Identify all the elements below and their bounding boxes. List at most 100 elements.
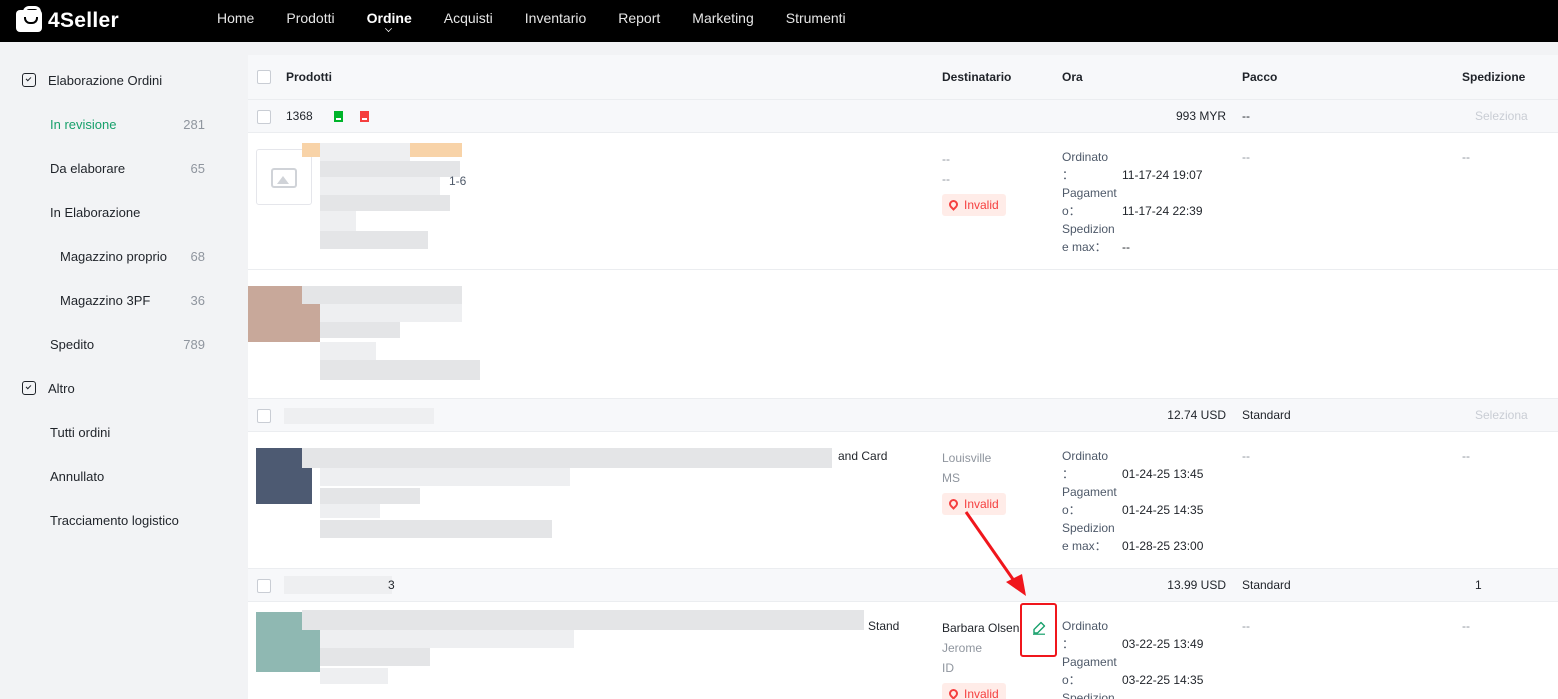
order-total: 13.99 USD — [1167, 578, 1226, 592]
sidebar-item-da-elaborare[interactable]: Da elaborare 65 — [0, 146, 228, 190]
ship-max-label: Spedizion — [1062, 691, 1115, 699]
blurred-content — [320, 360, 480, 380]
sidebar-item-label: Magazzino 3PF — [60, 292, 151, 308]
location-pin-icon — [947, 197, 960, 211]
nav-prodotti[interactable]: Prodotti — [270, 0, 350, 36]
sidebar-item-label: In revisione — [50, 116, 117, 132]
order-package: Standard — [1242, 408, 1291, 422]
invalid-address-badge[interactable]: Invalid — [942, 194, 1006, 216]
blurred-content — [320, 520, 552, 538]
select-shipping-link[interactable]: Seleziona — [1475, 109, 1528, 123]
nav-ordine[interactable]: Ordine — [351, 0, 428, 36]
package-cell: -- — [1242, 619, 1250, 633]
sidebar-item-in-revisione[interactable]: In revisione 281 — [0, 102, 228, 146]
shipping-cell: -- — [1462, 619, 1470, 633]
sidebar-item-tutti-ordini[interactable]: Tutti ordini — [0, 410, 228, 454]
paid-label-cont: o： — [1062, 673, 1081, 687]
paid-label-cont: o： — [1062, 204, 1081, 218]
ordered-time: 01-24-25 13:45 — [1122, 467, 1204, 481]
time-info: Ordinato ： 01-24-25 13:45 Pagament o： 01-2… — [1062, 447, 1203, 555]
edit-recipient-icon[interactable] — [1032, 621, 1046, 635]
blurred-content — [320, 648, 430, 666]
sidebar-item-label: Magazzino proprio — [60, 248, 167, 264]
order-header: 12.74 USD Standard Seleziona — [248, 399, 1558, 432]
table-header: Prodotti Destinatario Ora Pacco Spedizio… — [248, 55, 1558, 100]
sidebar-item-magazzino-proprio[interactable]: Magazzino proprio 68 — [0, 234, 228, 278]
nav-acquisti[interactable]: Acquisti — [428, 0, 509, 36]
nav-home[interactable]: Home — [201, 0, 270, 36]
blurred-content — [320, 143, 410, 161]
sidebar-item-magazzino-3pf[interactable]: Magazzino 3PF 36 — [0, 278, 228, 322]
location-pin-icon — [947, 686, 960, 699]
nav-inventario[interactable]: Inventario — [509, 0, 602, 36]
sidebar-item-spedito[interactable]: Spedito 789 — [0, 322, 228, 366]
sidebar-item-tracciamento-logistico[interactable]: Tracciamento logistico — [0, 498, 228, 542]
ship-max-time: -- — [1122, 240, 1130, 254]
invalid-address-badge[interactable]: Invalid — [942, 683, 1006, 699]
paid-label-cont: o： — [1062, 503, 1081, 517]
column-header-recipient: Destinatario — [942, 70, 1012, 84]
product-thumbnail[interactable] — [256, 149, 312, 205]
ordered-time: 11-17-24 19:07 — [1122, 168, 1203, 182]
order-header: 3 13.99 USD Standard 1 — [248, 569, 1558, 602]
brand-logo[interactable]: 4Seller — [16, 6, 201, 33]
sidebar-group-label: Elaborazione Ordini — [48, 72, 163, 88]
clipboard-check-icon — [22, 73, 36, 87]
order-id[interactable]: 3 — [388, 578, 395, 592]
sidebar: Elaborazione Ordini In revisione 281 Da … — [0, 42, 228, 699]
order-id[interactable]: 1368 — [286, 109, 313, 123]
time-info: Ordinato ： 11-17-24 19:07 Pagament o： 11-1… — [1062, 148, 1203, 256]
ordered-label-cont: ： — [1062, 467, 1075, 481]
top-navbar: 4Seller Home Prodotti Ordine Acquisti In… — [0, 0, 1558, 42]
nav-ordine-label: Ordine — [366, 10, 412, 26]
ship-max-label: Spedizion — [1062, 222, 1115, 236]
sidebar-item-label: Tutti ordini — [50, 424, 111, 440]
paid-label: Pagament — [1062, 655, 1117, 669]
ship-max-label: Spedizion — [1062, 521, 1115, 535]
sidebar-item-label: Annullato — [50, 468, 105, 484]
product-name: 1-6 — [449, 174, 467, 188]
sidebar-item-label: Tracciamento logistico — [50, 512, 179, 528]
sidebar-item-count: 65 — [190, 160, 205, 176]
sidebar-item-label: In Elaborazione — [50, 204, 141, 220]
sidebar-item-count: 36 — [190, 292, 205, 308]
select-shipping-link[interactable]: Seleziona — [1475, 408, 1528, 422]
ordered-label-cont: ： — [1062, 168, 1075, 182]
nav-report[interactable]: Report — [602, 0, 676, 36]
sidebar-item-annullato[interactable]: Annullato — [0, 454, 228, 498]
sidebar-item-label: Da elaborare — [50, 160, 126, 176]
clipboard-check-icon — [22, 381, 36, 395]
recipient-city: -- — [942, 172, 950, 186]
flag-green-icon[interactable] — [334, 111, 343, 122]
table-row: and Card Louisville MS Invalid Ordinato … — [248, 432, 1558, 569]
ordered-label: Ordinato — [1062, 449, 1109, 463]
ship-max-label-cont: e max： — [1062, 240, 1107, 254]
nav-marketing[interactable]: Marketing — [676, 0, 769, 36]
blurred-content — [302, 448, 832, 468]
recipient-city: Louisville — [942, 451, 992, 465]
invalid-label: Invalid — [964, 687, 999, 699]
column-header-time: Ora — [1062, 70, 1083, 84]
flag-red-icon[interactable] — [360, 111, 369, 122]
blurred-content — [320, 177, 440, 195]
sidebar-group-altro[interactable]: Altro — [0, 366, 228, 410]
blurred-content — [320, 161, 460, 177]
blurred-content — [320, 195, 450, 211]
blurred-content — [320, 630, 574, 648]
order-checkbox[interactable] — [257, 579, 271, 593]
select-all-checkbox[interactable] — [257, 70, 271, 84]
order-checkbox[interactable] — [257, 110, 271, 124]
recipient-name: Barbara Olsen — [942, 621, 1020, 635]
sidebar-item-count: 789 — [183, 336, 205, 352]
location-pin-icon — [947, 496, 960, 510]
order-package: -- — [1242, 109, 1250, 123]
table-row: 1-6 -- -- Invalid Ordinato ： 11-17-24 19:… — [248, 133, 1558, 270]
order-checkbox[interactable] — [257, 409, 271, 423]
sidebar-item-in-elaborazione[interactable]: In Elaborazione — [0, 190, 228, 234]
sidebar-group-elaborazione[interactable]: Elaborazione Ordini — [0, 58, 228, 102]
invalid-address-badge[interactable]: Invalid — [942, 493, 1006, 515]
table-row — [248, 270, 1558, 399]
nav-strumenti[interactable]: Strumenti — [770, 0, 862, 36]
image-placeholder-icon — [271, 168, 297, 188]
product-name: and Card — [838, 449, 888, 463]
